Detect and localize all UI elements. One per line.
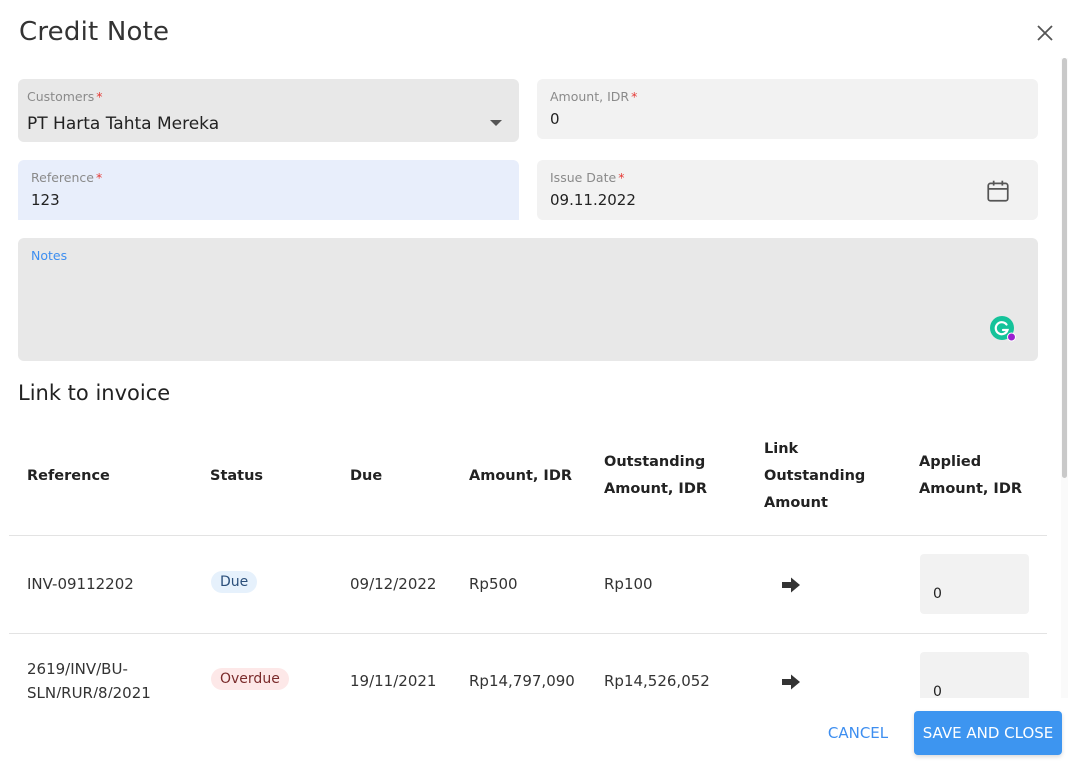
chevron-down-icon <box>490 120 502 126</box>
grammarly-icon[interactable] <box>989 315 1017 343</box>
row-amount: Rp14,797,090 <box>469 672 575 690</box>
table-row: 2619/INV/BU- SLN/RUR/8/2021 Overdue 19/1… <box>0 640 1060 698</box>
status-badge: Due <box>211 571 258 593</box>
col-link-line1: Link <box>764 441 799 457</box>
row-due: 09/12/2022 <box>350 575 437 593</box>
customers-label: Customers * <box>27 89 103 104</box>
col-outstanding-line1: Outstanding <box>604 454 706 470</box>
col-status: Status <box>210 468 264 484</box>
applied-amount-input[interactable]: 0 <box>920 554 1029 614</box>
applied-amount-value: 0 <box>933 586 942 602</box>
issue-date-field[interactable]: Issue Date * 09.11.2022 <box>537 160 1038 220</box>
reference-label: Reference * <box>31 170 103 185</box>
reference-value: 123 <box>31 191 60 209</box>
notes-field[interactable]: Notes <box>18 238 1038 361</box>
col-reference: Reference <box>27 468 110 484</box>
applied-amount-value: 0 <box>933 684 942 698</box>
row-divider <box>9 633 1047 634</box>
col-outstanding-line2: Amount, IDR <box>604 481 708 497</box>
amount-value: 0 <box>550 110 560 128</box>
row-reference: INV-09112202 <box>27 575 134 593</box>
row-due: 19/11/2021 <box>350 672 437 690</box>
save-and-close-button[interactable]: SAVE AND CLOSE <box>914 711 1062 755</box>
dialog-title: Credit Note <box>19 17 170 47</box>
cancel-button[interactable]: CANCEL <box>815 712 901 754</box>
credit-note-dialog: Credit Note Customers * PT Harta Tahta Me… <box>0 0 1079 773</box>
reference-field[interactable]: Reference * 123 <box>18 160 519 220</box>
notes-label: Notes <box>31 248 68 263</box>
scrollbar-thumb[interactable] <box>1062 58 1067 478</box>
issue-date-value: 09.11.2022 <box>550 191 636 209</box>
close-button[interactable] <box>1033 21 1059 47</box>
row-reference-line2: SLN/RUR/8/2021 <box>27 684 151 698</box>
col-link-line2: Outstanding <box>764 468 866 484</box>
arrow-right-icon[interactable] <box>781 673 801 691</box>
col-applied-line2: Amount, IDR <box>919 481 1023 497</box>
col-due: Due <box>350 468 383 484</box>
amount-field[interactable]: Amount, IDR * 0 <box>537 79 1038 139</box>
row-amount: Rp500 <box>469 575 518 593</box>
row-reference-line1: 2619/INV/BU- <box>27 660 128 678</box>
header-divider <box>9 535 1047 536</box>
row-outstanding: Rp100 <box>604 575 653 593</box>
row-outstanding: Rp14,526,052 <box>604 672 710 690</box>
close-icon <box>1037 25 1053 41</box>
calendar-icon[interactable] <box>985 178 1011 204</box>
status-badge: Overdue <box>211 668 289 690</box>
issue-date-label: Issue Date * <box>550 170 625 185</box>
col-applied-line1: Applied <box>919 454 982 470</box>
customers-value: PT Harta Tahta Mereka <box>27 114 220 134</box>
amount-label: Amount, IDR * <box>550 89 638 104</box>
col-amount: Amount, IDR <box>469 468 573 484</box>
link-to-invoice-heading: Link to invoice <box>18 381 171 405</box>
col-link-line3: Amount <box>764 495 828 511</box>
arrow-right-icon[interactable] <box>781 576 801 594</box>
customers-select[interactable]: Customers * PT Harta Tahta Mereka <box>18 79 519 142</box>
applied-amount-input[interactable]: 0 <box>920 652 1029 698</box>
